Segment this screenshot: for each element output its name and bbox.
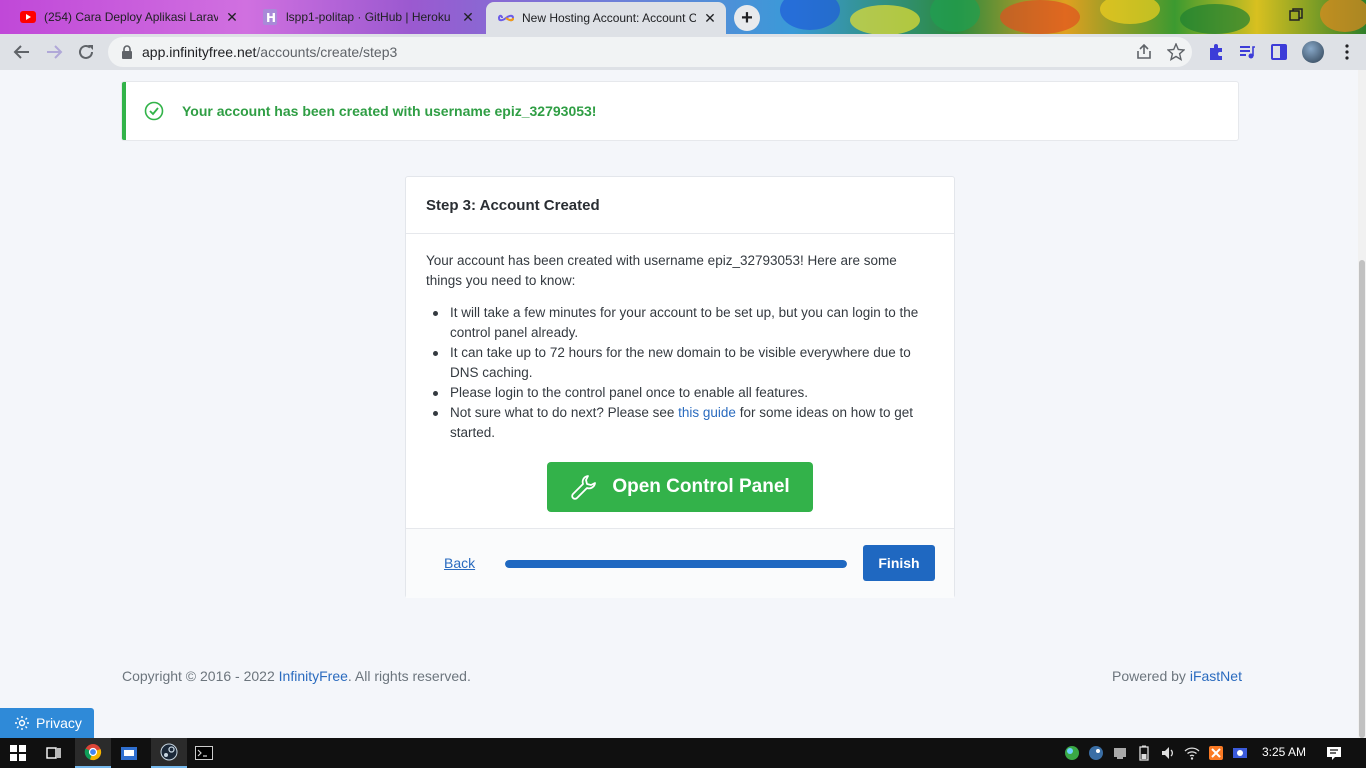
url-path: /accounts/create/step3 xyxy=(256,44,398,60)
card-footer: Back Finish xyxy=(406,528,954,598)
success-alert: Your account has been created with usern… xyxy=(122,82,1238,140)
steam-tray-icon[interactable] xyxy=(1088,745,1104,761)
card-title: Step 3: Account Created xyxy=(426,196,600,214)
tab-title: New Hosting Account: Account C xyxy=(522,11,696,25)
privacy-button[interactable]: Privacy xyxy=(0,708,94,738)
close-tab-icon[interactable]: ✕ xyxy=(224,9,240,25)
browser-toolbar: app.infinityfree.net/accounts/create/ste… xyxy=(0,34,1366,70)
reload-icon[interactable] xyxy=(74,40,98,64)
windows-taskbar: 3:25 AM xyxy=(0,738,1366,768)
powered-by-text: Powered by iFastNet xyxy=(1112,668,1242,684)
steam-taskbar-icon[interactable] xyxy=(151,738,187,768)
chrome-taskbar-icon[interactable] xyxy=(75,738,111,768)
file-explorer-icon[interactable] xyxy=(111,738,147,768)
control-panel-label: Open Control Panel xyxy=(612,476,790,497)
back-arrow-icon[interactable] xyxy=(10,40,34,64)
infinityfree-icon xyxy=(498,10,514,26)
tab-title: (254) Cara Deploy Aplikasi Larave xyxy=(44,10,218,24)
copyright-prefix: Copyright © 2016 - 2022 xyxy=(122,668,279,684)
url-host: app.infinityfree.net xyxy=(142,44,257,60)
tab-infinityfree[interactable]: New Hosting Account: Account C ✕ xyxy=(486,2,726,34)
heroku-icon: H xyxy=(262,9,278,25)
guide-link[interactable]: this guide xyxy=(678,405,736,420)
notification-center-icon[interactable] xyxy=(1326,745,1342,761)
info-list: It will take a few minutes for your acco… xyxy=(426,303,934,443)
profile-avatar[interactable] xyxy=(1302,41,1324,63)
svg-text:H: H xyxy=(266,11,276,25)
windows-start-icon[interactable] xyxy=(0,738,36,768)
copyright-suffix: . All rights reserved. xyxy=(347,668,471,684)
list-item: It will take a few minutes for your acco… xyxy=(433,303,934,343)
check-circle-icon xyxy=(144,101,164,121)
browser-menu-icon[interactable] xyxy=(1338,43,1356,61)
gear-icon xyxy=(15,716,29,730)
infinityfree-link[interactable]: InfinityFree xyxy=(279,668,348,684)
bookmark-star-icon[interactable] xyxy=(1167,43,1185,61)
page-scrollbar[interactable] xyxy=(1358,70,1366,738)
account-created-card: Step 3: Account Created Your account has… xyxy=(405,176,955,598)
step-progress-bar xyxy=(505,560,847,568)
intro-text: Your account has been created with usern… xyxy=(426,253,897,288)
forward-arrow-icon[interactable] xyxy=(42,40,66,64)
network-status-icon[interactable] xyxy=(1064,745,1080,761)
media-queue-icon[interactable] xyxy=(1238,43,1256,61)
youtube-icon xyxy=(20,9,36,25)
tab-youtube[interactable]: (254) Cara Deploy Aplikasi Larave ✕ xyxy=(8,2,248,32)
finish-button[interactable]: Finish xyxy=(863,545,935,581)
terminal-icon[interactable] xyxy=(186,738,222,768)
card-body: Your account has been created with usern… xyxy=(406,234,954,443)
scrollbar-thumb[interactable] xyxy=(1359,260,1365,738)
progress-fill xyxy=(505,560,847,568)
browser-tab-strip: (254) Cara Deploy Aplikasi Larave ✕ H ls… xyxy=(0,0,1366,34)
list-item: Please login to the control panel once t… xyxy=(433,383,934,403)
volume-icon[interactable] xyxy=(1160,745,1176,761)
extensions-puzzle-icon[interactable] xyxy=(1207,43,1225,61)
xampp-icon[interactable] xyxy=(1208,745,1224,761)
list-item: Not sure what to do next? Please see thi… xyxy=(433,403,934,443)
card-header: Step 3: Account Created xyxy=(406,177,954,234)
lock-icon[interactable] xyxy=(120,45,134,59)
wifi-icon[interactable] xyxy=(1184,745,1200,761)
taskbar-clock[interactable]: 3:25 AM xyxy=(1262,745,1306,759)
new-tab-button[interactable]: + xyxy=(734,5,760,31)
app-tray-icon[interactable] xyxy=(1232,745,1248,761)
url-text: app.infinityfree.net/accounts/create/ste… xyxy=(142,44,397,60)
address-bar[interactable]: app.infinityfree.net/accounts/create/ste… xyxy=(108,37,1192,67)
share-icon[interactable] xyxy=(1135,43,1153,61)
close-tab-icon[interactable]: ✕ xyxy=(460,9,476,25)
privacy-label: Privacy xyxy=(36,715,82,731)
powered-prefix: Powered by xyxy=(1112,668,1190,684)
battery-icon[interactable] xyxy=(1136,745,1152,761)
page-content: Your account has been created with usern… xyxy=(0,70,1358,738)
tab-title: lspp1-politap · GitHub | Heroku xyxy=(286,10,451,24)
device-tray-icon[interactable] xyxy=(1112,745,1128,761)
window-restore-icon[interactable] xyxy=(1288,7,1304,23)
copyright-text: Copyright © 2016 - 2022 InfinityFree. Al… xyxy=(122,668,471,684)
open-control-panel-button[interactable]: Open Control Panel xyxy=(547,462,813,512)
list-item-text: Not sure what to do next? Please see xyxy=(450,405,679,420)
list-item: It can take up to 72 hours for the new d… xyxy=(433,343,934,383)
wrench-icon xyxy=(571,475,597,500)
side-panel-icon[interactable] xyxy=(1270,43,1288,61)
close-tab-icon[interactable]: ✕ xyxy=(702,10,718,26)
tab-heroku[interactable]: H lspp1-politap · GitHub | Heroku ✕ xyxy=(250,2,484,32)
ifastnet-link[interactable]: iFastNet xyxy=(1190,668,1242,684)
success-message: Your account has been created with usern… xyxy=(182,103,597,119)
task-view-icon[interactable] xyxy=(36,738,72,768)
back-link[interactable]: Back xyxy=(444,555,475,571)
